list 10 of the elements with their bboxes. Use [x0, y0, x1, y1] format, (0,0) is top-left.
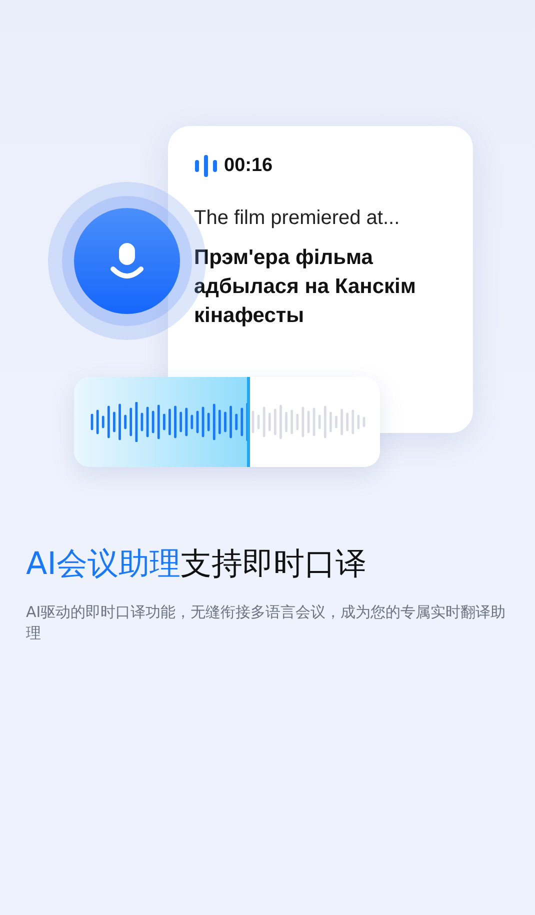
translation-text: Прэм'ера фільма адбылася на Канскім кінафесты [194, 244, 417, 328]
waveform-icon [90, 402, 366, 442]
playhead[interactable] [246, 377, 250, 467]
source-text: The film premiered at... [194, 206, 401, 230]
description-text: AI驱动的即时口译功能，无缝衔接多语言会议，成为您的专属实时翻译助理 [26, 602, 506, 644]
timer-text: 00:16 [224, 154, 273, 178]
headline: AI会议助理支持即时口译 [26, 545, 368, 584]
microphone-icon [109, 241, 145, 281]
audio-level-icon [194, 155, 218, 178]
microphone-button[interactable] [74, 208, 180, 314]
